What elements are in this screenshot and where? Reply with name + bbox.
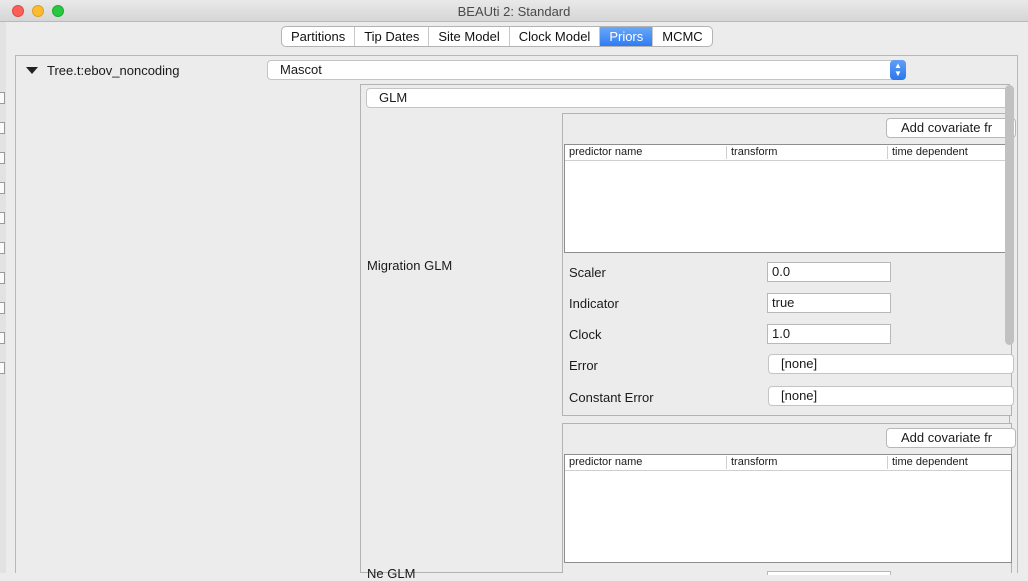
collapsed-item-icon[interactable] — [0, 272, 5, 284]
tab-site-model[interactable]: Site Model — [429, 27, 510, 46]
column-header[interactable]: time dependent — [887, 146, 968, 159]
error-select[interactable]: [none] — [768, 354, 1014, 374]
predictor-table[interactable]: predictor name transform time dependent — [564, 454, 1012, 563]
clock-input[interactable]: 1.0 — [767, 324, 891, 344]
table-header: predictor name transform time dependent — [565, 455, 1011, 471]
column-header[interactable]: predictor name — [565, 456, 642, 469]
tab-priors[interactable]: Priors — [600, 27, 654, 46]
tab-partitions[interactable]: Partitions — [282, 27, 356, 46]
add-covariate-button[interactable]: Add covariate fr — [886, 428, 1016, 448]
ne-glm-label: Ne GLM — [367, 566, 416, 581]
dynamics-select[interactable]: GLM — [366, 88, 1010, 108]
clock-label: Clock — [569, 327, 602, 342]
window-title: BEAUti 2: Standard — [457, 4, 571, 19]
select-arrows-icon: ▲ ▼ — [890, 60, 906, 80]
vertical-scrollbar[interactable] — [1005, 85, 1014, 345]
predictor-table[interactable]: predictor name transform time dependent — [564, 144, 1012, 253]
scaler-input[interactable]: 0.0 — [767, 262, 891, 282]
migration-glm-label: Migration GLM — [367, 258, 453, 273]
ne-glm-first-input[interactable] — [767, 571, 891, 575]
scaler-label: Scaler — [569, 265, 606, 280]
indicator-input[interactable]: true — [767, 293, 891, 313]
tab-tip-dates[interactable]: Tip Dates — [355, 27, 430, 46]
add-covariate-button[interactable]: Add covariate fr — [886, 118, 1016, 138]
error-label: Error — [569, 358, 598, 373]
left-collapsed-panel — [0, 22, 6, 573]
tree-model-value: Mascot — [280, 62, 322, 77]
title-bar: BEAUti 2: Standard — [0, 0, 1028, 22]
collapsed-item-icon[interactable] — [0, 302, 5, 314]
column-header[interactable]: transform — [726, 146, 777, 159]
column-header[interactable]: time dependent — [887, 456, 968, 469]
table-header: predictor name transform time dependent — [565, 145, 1011, 161]
collapsed-item-icon[interactable] — [0, 362, 5, 374]
constant-error-select[interactable]: [none] — [768, 386, 1014, 406]
tree-prior-label: Tree.t:ebov_noncoding — [25, 63, 180, 78]
tree-name: Tree.t:ebov_noncoding — [47, 63, 180, 78]
indicator-label: Indicator — [569, 296, 619, 311]
column-header[interactable]: predictor name — [565, 146, 642, 159]
tab-clock-model[interactable]: Clock Model — [510, 27, 601, 46]
tab-mcmc[interactable]: MCMC — [653, 27, 711, 46]
collapsed-item-icon[interactable] — [0, 242, 5, 254]
collapsed-item-icon[interactable] — [0, 122, 5, 134]
collapsed-item-icon[interactable] — [0, 92, 5, 104]
collapsed-item-icon[interactable] — [0, 212, 5, 224]
collapsed-item-icon[interactable] — [0, 182, 5, 194]
constant-error-label: Constant Error — [569, 390, 654, 405]
tree-model-select[interactable]: Mascot ▲ ▼ — [267, 60, 906, 80]
dynamics-value: GLM — [379, 90, 408, 105]
tab-bar: Partitions Tip Dates Site Model Clock Mo… — [281, 26, 713, 47]
collapsed-item-icon[interactable] — [0, 332, 5, 344]
error-value: [none] — [781, 356, 818, 371]
constant-error-value: [none] — [781, 388, 818, 403]
collapsed-item-icon[interactable] — [0, 152, 5, 164]
column-header[interactable]: transform — [726, 456, 777, 469]
